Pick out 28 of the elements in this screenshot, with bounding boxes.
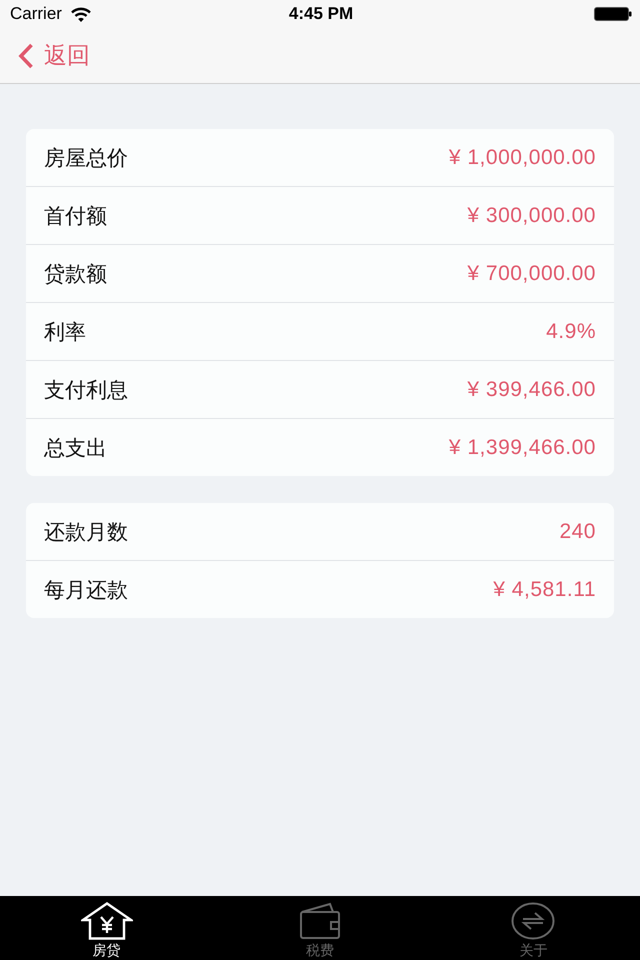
wallet-icon [298, 902, 341, 940]
row-label: 首付额 [44, 204, 107, 230]
wifi-icon [70, 6, 91, 22]
row-label: 支付利息 [44, 378, 128, 404]
row-label: 每月还款 [44, 578, 128, 604]
row-value: 240 [559, 520, 596, 544]
row-value: ¥ 1,399,466.00 [448, 436, 596, 460]
row-label: 房屋总价 [44, 146, 128, 172]
tab-item[interactable]: 房贷 [0, 896, 214, 960]
tab-item[interactable]: 税费 [213, 896, 427, 960]
carrier-name: Carrier [10, 4, 62, 24]
row-label: 利率 [44, 320, 86, 346]
tab-item[interactable]: 关于 [426, 896, 640, 960]
row-value: 4.9% [546, 320, 596, 344]
chevron-left-icon [18, 42, 34, 68]
row-label: 贷款额 [44, 262, 107, 288]
row-value: ¥ 300,000.00 [467, 204, 596, 228]
battery-icon [594, 7, 632, 21]
row-value: ¥ 700,000.00 [467, 262, 596, 286]
row-value: ¥ 4,581.11 [493, 578, 596, 602]
row-value: ¥ 399,466.00 [467, 378, 596, 402]
exchange-arrows-icon [511, 902, 556, 940]
row-label: 还款月数 [44, 520, 128, 546]
row-value: ¥ 1,000,000.00 [448, 146, 596, 170]
house-yen-icon [80, 902, 133, 940]
status-time: 4:45 PM [288, 4, 354, 24]
back-button[interactable]: 返回 [18, 40, 90, 71]
row-label: 总支出 [44, 436, 107, 462]
